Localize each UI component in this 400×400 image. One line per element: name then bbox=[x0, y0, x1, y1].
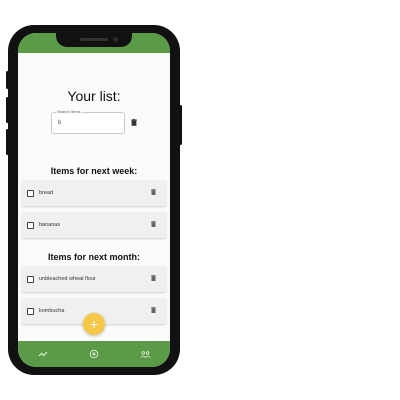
clear-search-trash-icon[interactable] bbox=[131, 119, 137, 126]
item-checkbox[interactable] bbox=[27, 222, 34, 229]
search-input[interactable]: Search Items b bbox=[51, 109, 125, 134]
plus-icon: + bbox=[89, 316, 99, 332]
search-input-label: Search Items bbox=[56, 109, 82, 114]
list-item: unbleached wheat flour bbox=[22, 266, 166, 292]
phone-notch bbox=[56, 33, 132, 47]
trash-icon[interactable] bbox=[151, 307, 156, 313]
app-screen: Your list: Search Items b Items for next… bbox=[18, 33, 170, 367]
section-title-next-month: Items for next month: bbox=[47, 252, 140, 262]
section-title-next-week: Items for next week: bbox=[50, 166, 138, 176]
bottom-navigation bbox=[18, 341, 170, 367]
page-title: Your list: bbox=[67, 88, 121, 104]
phone-side-button bbox=[6, 97, 9, 123]
trash-icon[interactable] bbox=[151, 189, 156, 195]
list-item: bananas bbox=[22, 212, 166, 238]
item-label: kombucha bbox=[39, 308, 65, 314]
group-icon[interactable] bbox=[140, 349, 151, 359]
add-circle-icon[interactable] bbox=[89, 349, 99, 359]
search-input-value: b bbox=[58, 120, 62, 126]
item-label: unbleached wheat flour bbox=[39, 276, 96, 282]
item-label: bananas bbox=[39, 222, 61, 228]
analytics-icon[interactable] bbox=[38, 349, 48, 359]
phone-frame: Your list: Search Items b Items for next… bbox=[6, 25, 182, 375]
front-camera bbox=[113, 37, 118, 42]
trash-icon[interactable] bbox=[151, 275, 156, 281]
trash-icon[interactable] bbox=[151, 221, 156, 227]
add-item-button[interactable]: + bbox=[83, 313, 105, 335]
item-label: bread bbox=[39, 190, 54, 196]
speaker-grille bbox=[80, 38, 108, 41]
item-checkbox[interactable] bbox=[27, 190, 34, 197]
list-item: bread bbox=[22, 180, 166, 206]
phone-side-button bbox=[179, 105, 182, 145]
phone-side-button bbox=[6, 71, 9, 89]
phone-side-button bbox=[6, 129, 9, 155]
item-checkbox[interactable] bbox=[27, 276, 34, 283]
item-checkbox[interactable] bbox=[27, 308, 34, 315]
